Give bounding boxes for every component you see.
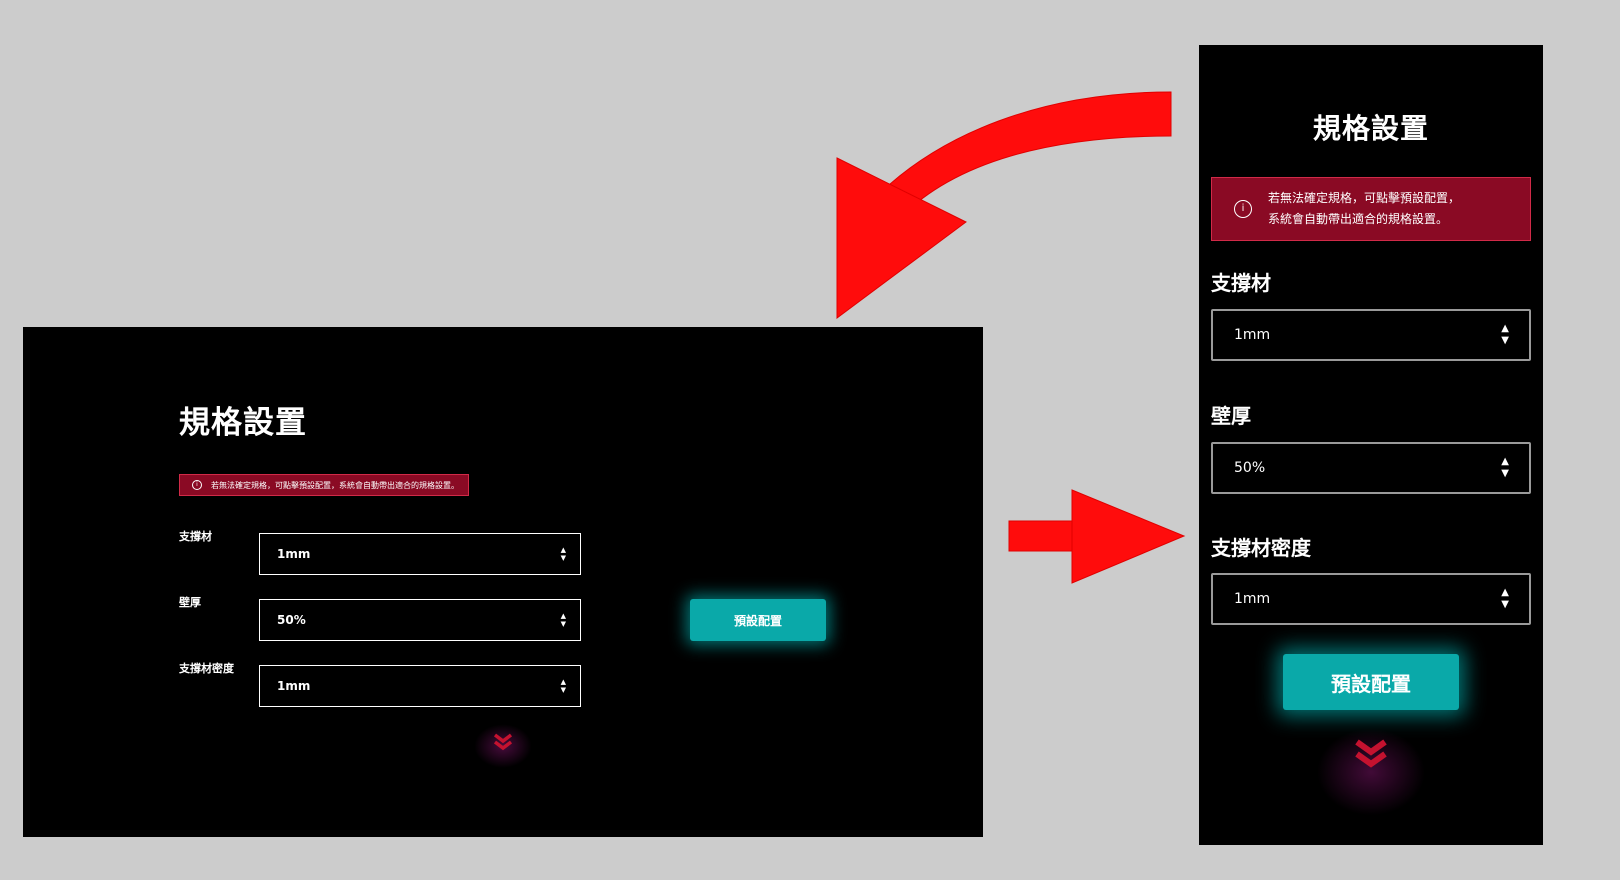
right-arrow-icon xyxy=(1008,489,1186,584)
curved-arrow-icon xyxy=(836,91,1172,319)
annotation-arrows xyxy=(836,91,1186,584)
comparison-canvas: 規格設置 i 若無法確定規格，可點擊預設配置，系統會自動帶出適合的規格設置。 支… xyxy=(0,0,1620,880)
